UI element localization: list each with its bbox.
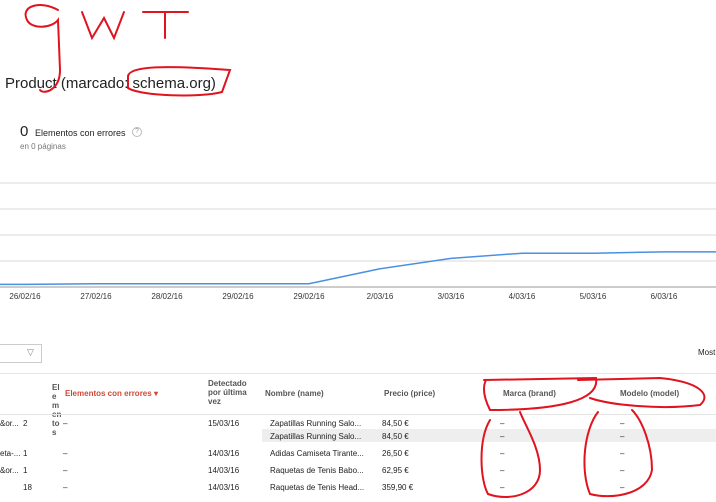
cell-detectado: 14/03/16 — [208, 483, 240, 492]
cell-marca: – — [500, 432, 505, 441]
x-tick-label: 5/03/16 — [580, 292, 607, 301]
cell-modelo: – — [620, 419, 625, 428]
cell-errores: – — [63, 449, 68, 458]
cell-detectado: 15/03/16 — [208, 419, 240, 428]
cell-nombre: Zapatillas Running Salo... — [270, 432, 362, 441]
col-header-errores[interactable]: Elementos con errores ▾ — [65, 389, 158, 398]
cell-marca: – — [500, 449, 505, 458]
cell-modelo: – — [620, 432, 625, 441]
cell-precio: 84,50 € — [382, 432, 409, 441]
cell-marca: – — [500, 483, 505, 492]
table-divider — [0, 414, 716, 415]
col-header-detectado[interactable]: Detectado por última vez — [208, 379, 258, 406]
x-tick-label: 27/02/16 — [80, 292, 112, 301]
cell-nombre: Adidas Camiseta Tirante... — [270, 449, 364, 458]
x-tick-label: 2/03/16 — [367, 292, 394, 301]
cell-col0[interactable]: &or... — [0, 419, 19, 428]
col-header-nombre[interactable]: Nombre (name) — [265, 389, 324, 398]
cell-detectado: 14/03/16 — [208, 466, 240, 475]
x-tick-label: 28/02/16 — [151, 292, 183, 301]
annotation-model-column — [583, 409, 654, 498]
col-header-marca[interactable]: Marca (brand) — [503, 389, 556, 398]
cell-errores: – — [63, 466, 68, 475]
cell-errores: – — [63, 483, 68, 492]
cell-nombre: Raquetas de Tenis Head... — [270, 483, 365, 492]
x-tick-label: 26/02/16 — [9, 292, 41, 301]
cell-nombre: Raquetas de Tenis Babo... — [270, 466, 364, 475]
x-tick-label: 4/03/16 — [509, 292, 536, 301]
table-divider — [0, 373, 716, 374]
sort-desc-icon: ▾ — [153, 389, 158, 398]
annotation-brand-column — [480, 411, 542, 498]
col-header-elementos[interactable]: Elementos — [52, 383, 62, 437]
cell-elementos: 1 — [23, 466, 28, 475]
cell-modelo: – — [620, 466, 625, 475]
cell-precio: 84,50 € — [382, 419, 409, 428]
line-chart: 26/02/16 27/02/16 28/02/16 29/02/16 29/02/16… — [0, 182, 716, 301]
cell-errores: – — [63, 419, 68, 428]
x-tick-label: 3/03/16 — [438, 292, 465, 301]
x-tick-label: 6/03/16 — [651, 292, 678, 301]
cell-precio: 62,95 € — [382, 466, 409, 475]
cell-modelo: – — [620, 483, 625, 492]
filter-input[interactable] — [0, 344, 42, 363]
col-header-precio[interactable]: Precio (price) — [384, 389, 435, 398]
cell-detectado: 14/03/16 — [208, 449, 240, 458]
cell-precio: 26,50 € — [382, 449, 409, 458]
cell-marca: – — [500, 466, 505, 475]
cell-marca: – — [500, 419, 505, 428]
cell-elementos: 18 — [23, 483, 32, 492]
col-header-modelo[interactable]: Modelo (model) — [620, 389, 679, 398]
filter-icon[interactable]: ▽ — [27, 347, 34, 358]
cell-elementos: 2 — [23, 419, 28, 428]
series-line — [0, 251, 716, 286]
show-rows-label: Most — [698, 348, 716, 357]
cell-col0[interactable]: &or... — [0, 466, 19, 475]
x-tick-label: 29/02/16 — [222, 292, 254, 301]
cell-elementos: 1 — [23, 449, 28, 458]
cell-modelo: – — [620, 449, 625, 458]
cell-col0[interactable]: eta-... — [0, 449, 20, 458]
cell-precio: 359,90 € — [382, 483, 414, 492]
x-tick-label: 29/02/16 — [293, 292, 325, 301]
cell-nombre: Zapatillas Running Salo... — [270, 419, 362, 428]
